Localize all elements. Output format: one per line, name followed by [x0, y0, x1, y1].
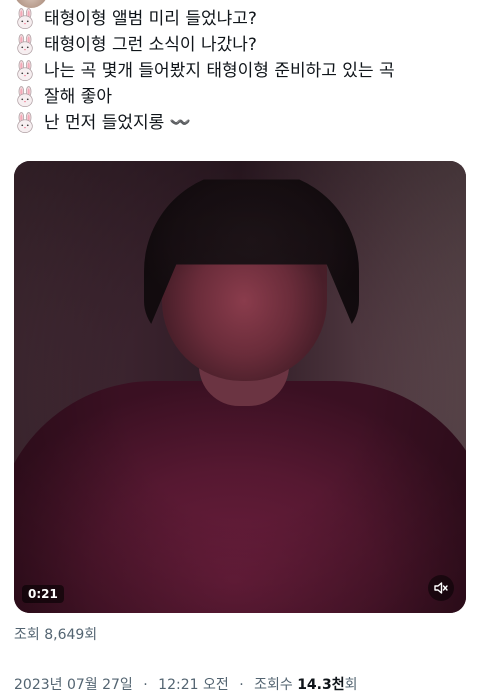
- mute-button[interactable]: [428, 575, 454, 601]
- tweet-line: 나는 곡 몇개 들어봤지 태형이형 준비하고 있는 곡: [14, 58, 474, 84]
- tweet-line-text: 태형이형 앨범 미리 들었냐고?: [44, 9, 257, 29]
- video-player[interactable]: 0:21: [14, 161, 466, 613]
- tweet-line-text: 잘해 좋아: [44, 87, 112, 107]
- tweet-line-text: 태형이형 그런 소식이 나갔나?: [44, 35, 257, 55]
- rabbit-face-icon: [17, 112, 33, 133]
- meta-separator: ·: [143, 677, 148, 693]
- views-unit: 회: [344, 677, 358, 693]
- meta-separator: ·: [239, 677, 244, 693]
- video-duration: 0:21: [22, 585, 64, 603]
- speaker-muted-icon: [434, 582, 448, 594]
- tweet-meta: 2023년 07월 27일 · 12:21 오전 · 조회수 14.3천회: [14, 674, 358, 694]
- rabbit-face-icon: [17, 60, 33, 81]
- views-label: 조회수: [254, 677, 293, 693]
- video-view-count: 조회 8,649회: [14, 627, 98, 643]
- tweet-time[interactable]: 12:21 오전: [158, 677, 229, 693]
- tweet-line: 잘해 좋아: [14, 84, 474, 110]
- tweet-line: 태형이형 그런 소식이 나갔나?: [14, 32, 474, 58]
- rabbit-face-icon: [17, 86, 33, 107]
- tweet-line-text: 난 먼저 들었지롱 〰️: [44, 113, 191, 133]
- rabbit-face-icon: [17, 34, 33, 55]
- rabbit-face-icon: [17, 8, 33, 29]
- tweet-line: 태형이형 앨범 미리 들었냐고?: [14, 6, 474, 32]
- video-vignette: [14, 161, 466, 613]
- tweet-line: 난 먼저 들었지롱 〰️: [14, 110, 474, 136]
- tweet-line-text: 나는 곡 몇개 들어봤지 태형이형 준비하고 있는 곡: [44, 61, 395, 81]
- tweet-text: 태형이형 앨범 미리 들었냐고? 태형이형 그런 소식이 나갔나? 나는 곡 몇…: [14, 6, 474, 136]
- views-value: 14.3천: [297, 677, 345, 693]
- tweet-date[interactable]: 2023년 07월 27일: [14, 677, 133, 693]
